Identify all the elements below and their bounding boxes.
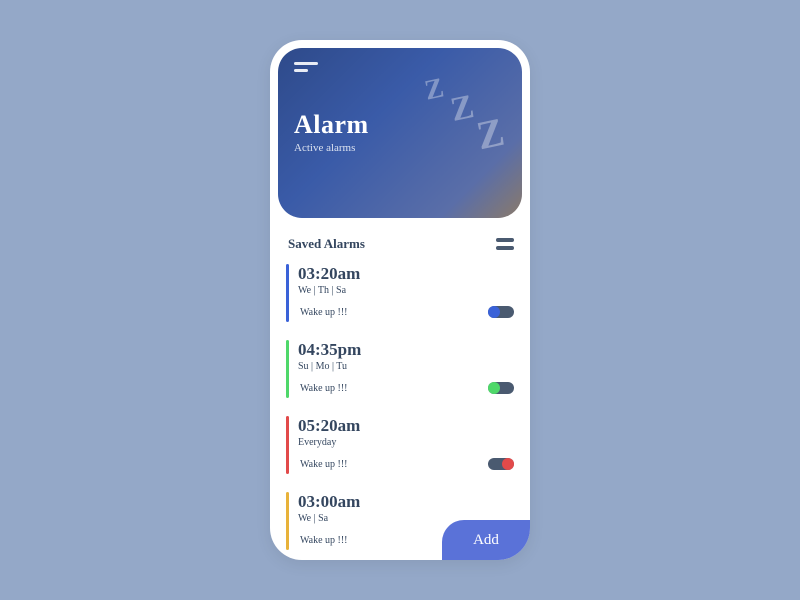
alarm-item[interactable]: 03:20am We | Th | Sa Wake up !!! — [286, 262, 514, 332]
alarm-item[interactable]: 04:35pm Su | Mo | Tu Wake up !!! — [286, 338, 514, 408]
alarm-label: Wake up !!! — [298, 459, 348, 470]
alarm-time: 05:20am — [298, 416, 514, 436]
phone-frame: Alarm Active alarms ZZZ Saved Alarms 03:… — [270, 40, 530, 560]
toggle-knob — [502, 458, 514, 470]
hero-subtitle: Active alarms — [294, 142, 506, 154]
alarm-days: Su | Mo | Tu — [298, 361, 514, 372]
alarm-time: 03:20am — [298, 264, 514, 284]
alarm-time: 04:35pm — [298, 340, 514, 360]
add-button[interactable]: Add — [442, 520, 530, 560]
alarm-label: Wake up !!! — [298, 307, 348, 318]
list-title: Saved Alarms — [288, 236, 365, 252]
alarm-label: Wake up !!! — [298, 383, 348, 394]
hero-card: Alarm Active alarms ZZZ — [278, 48, 522, 218]
alarm-days: We | Th | Sa — [298, 285, 514, 296]
alarm-item[interactable]: 05:20am Everyday Wake up !!! — [286, 414, 514, 484]
alarm-list: Saved Alarms 03:20am We | Th | Sa Wake u… — [270, 218, 530, 560]
toggle-knob — [488, 382, 500, 394]
alarm-label: Wake up !!! — [298, 535, 348, 546]
add-button-label: Add — [473, 532, 499, 549]
alarm-toggle[interactable] — [488, 458, 514, 470]
alarm-days: Everyday — [298, 437, 514, 448]
toggle-knob — [488, 306, 500, 318]
alarm-time: 03:00am — [298, 492, 514, 512]
menu-icon[interactable] — [294, 62, 318, 72]
alarm-toggle[interactable] — [488, 306, 514, 318]
list-options-icon[interactable] — [496, 238, 514, 250]
alarm-toggle[interactable] — [488, 382, 514, 394]
